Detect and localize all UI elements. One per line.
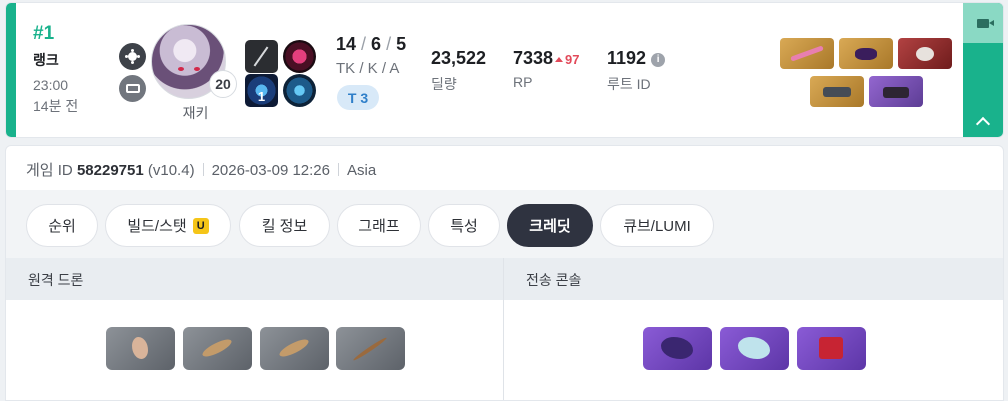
item-weapon[interactable]: [780, 38, 834, 69]
item-leg[interactable]: [869, 76, 923, 107]
rank-label: 랭크: [33, 52, 59, 68]
rank-block: #1 랭크 23:00 14분 전: [33, 23, 78, 116]
character-level: 20: [209, 70, 237, 98]
column-header-transfer-console: 전송 콘솔: [504, 258, 1003, 300]
drone-item-4[interactable]: [336, 327, 405, 370]
bag-icon: [119, 75, 146, 102]
tab-graph-label: 그래프: [358, 218, 400, 235]
match-time-ago: 14분 전: [33, 98, 79, 114]
camera-icon[interactable]: [963, 3, 1003, 43]
game-datetime: 2026-03-09 12:26: [211, 162, 330, 179]
side-actions: [963, 3, 1003, 137]
game-region: Asia: [347, 162, 377, 179]
rp-label: RP: [513, 74, 533, 90]
tier-badge: T 3: [337, 85, 379, 110]
drone-item-3[interactable]: [260, 327, 329, 370]
rank-number: #1: [33, 23, 55, 44]
game-id: 58229751: [76, 162, 144, 179]
game-version: (v10.4): [147, 162, 195, 179]
kda-label: TK / K / A: [336, 60, 400, 77]
match-card[interactable]: #1 랭크 23:00 14분 전 20 재키 1 14 / 6 / 5 TK …: [5, 2, 1004, 138]
chevron-up-icon[interactable]: [963, 101, 1003, 137]
weapon-skill-icon[interactable]: [245, 40, 278, 73]
column-divider: [503, 258, 504, 400]
kda-assists: 5: [396, 34, 407, 54]
tab-traits-label: 특성: [450, 218, 478, 235]
game-info: 게임 ID 58229751 (v10.4) 2026-03-09 12:26 As…: [26, 159, 376, 180]
drone-item-1[interactable]: [106, 327, 175, 370]
tab-credit-label: 크레딧: [529, 218, 571, 235]
tab-cube-lumi-label: 큐브/LUMI: [623, 218, 691, 235]
tab-cube-lumi[interactable]: 큐브/LUMI: [600, 204, 714, 247]
info-icon[interactable]: i: [651, 53, 666, 67]
tab-ranking[interactable]: 순위: [26, 204, 98, 247]
tab-ranking-label: 순위: [48, 218, 76, 235]
rp-stat: 7338 97 RP: [513, 48, 580, 90]
kda-team-kills: 6: [371, 34, 382, 54]
tab-build-stats[interactable]: 빌드/스탯 U: [105, 204, 231, 247]
tab-kill-info[interactable]: 킬 정보: [239, 204, 330, 247]
kda-value: 14 / 6 / 5: [336, 34, 407, 54]
detail-tabs: 순위 빌드/스탯 U 킬 정보 그래프 특성 크레딧 큐브/LUMI: [6, 190, 1003, 258]
route-stat: 1192 i 루트 ID: [607, 48, 666, 94]
tab-credit[interactable]: 크레딧: [507, 204, 593, 247]
trait-icon[interactable]: 1: [245, 74, 278, 107]
tab-traits[interactable]: 특성: [428, 204, 500, 247]
character-name: 재키: [182, 105, 209, 121]
match-duration: 23:00: [33, 77, 69, 93]
match-detail-panel: 게임 ID 58229751 (v10.4) 2026-03-09 12:26 As…: [5, 145, 1004, 401]
rp-value: 7338: [513, 48, 554, 68]
console-item-2[interactable]: [720, 327, 789, 370]
sub-trait-icon[interactable]: [283, 74, 316, 107]
tactical-skill-icon[interactable]: [283, 40, 316, 73]
console-item-1[interactable]: [643, 327, 712, 370]
damage-value: 23,522: [431, 48, 487, 68]
route-label: 루트 ID: [607, 76, 651, 92]
column-header-remote-drone: 원격 드론: [6, 258, 503, 300]
tab-build-stats-label: 빌드/스탯: [127, 218, 187, 235]
tab-kill-info-label: 킬 정보: [261, 218, 308, 235]
item-arm[interactable]: [810, 76, 864, 107]
route-value: 1192: [607, 48, 647, 68]
drone-item-2[interactable]: [183, 327, 252, 370]
item-head[interactable]: [898, 38, 952, 69]
damage-label: 딜량: [431, 76, 457, 92]
game-id-label: 게임 ID: [26, 162, 73, 179]
item-chest[interactable]: [839, 38, 893, 69]
console-item-3[interactable]: [797, 327, 866, 370]
damage-stat: 23,522 딜량: [431, 48, 486, 94]
trait-level: 1: [257, 89, 266, 104]
kda-kills: 14: [336, 34, 357, 54]
tab-build-stats-badge: U: [192, 217, 209, 234]
tab-graph[interactable]: 그래프: [337, 204, 421, 247]
sun-icon: [119, 43, 146, 70]
rp-delta: 97: [555, 52, 579, 67]
win-strip: [6, 3, 16, 137]
